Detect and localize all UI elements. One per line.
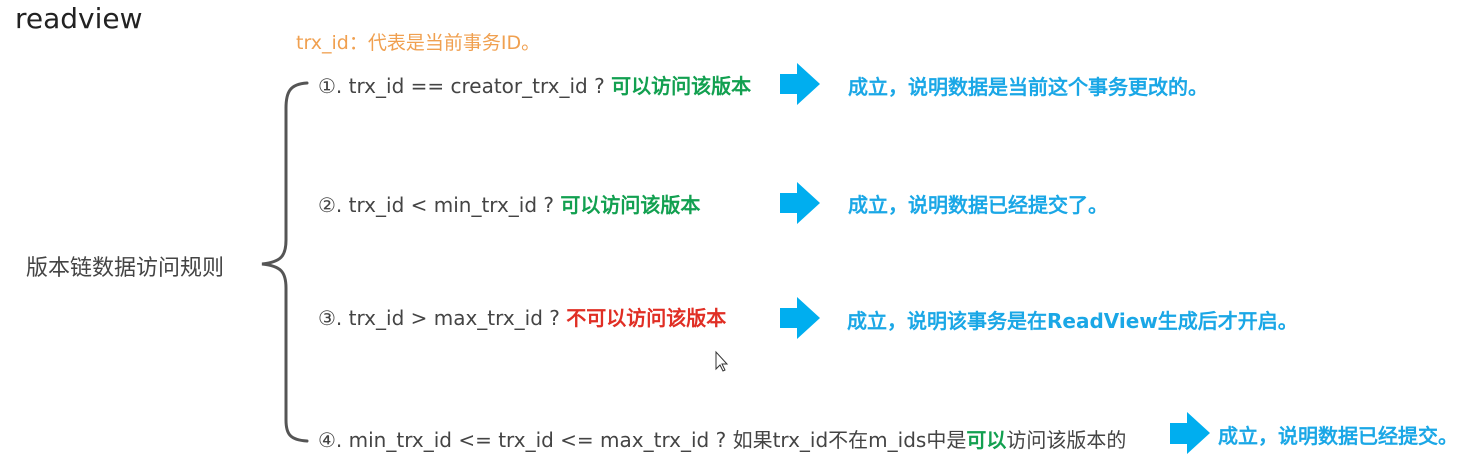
rule-condition: ④. min_trx_id <= trx_id <= max_trx_id ? … bbox=[318, 428, 967, 452]
rule-verdict: 可以 bbox=[966, 428, 1007, 452]
rule-conclusion-2: 成立，说明数据已经提交了。 bbox=[848, 193, 1108, 217]
rule-condition: ③. trx_id > max_trx_id ? bbox=[318, 306, 567, 330]
rule-conclusion-1: 成立，说明数据是当前这个事务更改的。 bbox=[848, 75, 1208, 99]
rule-row-1: ①. trx_id == creator_trx_id ? 可以访问该版本 bbox=[318, 70, 751, 99]
arrow-icon-1 bbox=[780, 63, 820, 105]
cursor-icon bbox=[715, 350, 729, 372]
arrow-icon-4 bbox=[1170, 412, 1210, 454]
rule-verdict-suffix: 访问该版本的 bbox=[1006, 428, 1127, 452]
rule-verdict: 可以访问该版本 bbox=[560, 193, 701, 217]
trx-id-note: trx_id：代表是当前事务ID。 bbox=[296, 32, 541, 54]
root-node-label: 版本链数据访问规则 bbox=[26, 256, 225, 281]
rule-verdict: 可以访问该版本 bbox=[611, 74, 752, 98]
rule-row-2: ②. trx_id < min_trx_id ? 可以访问该版本 bbox=[318, 189, 700, 218]
rule-condition: ①. trx_id == creator_trx_id ? bbox=[318, 74, 612, 98]
rule-verdict: 不可以访问该版本 bbox=[566, 306, 727, 330]
page-title: readview bbox=[15, 2, 143, 35]
arrow-icon-3 bbox=[780, 297, 820, 339]
rule-row-3: ③. trx_id > max_trx_id ? 不可以访问该版本 bbox=[318, 302, 726, 331]
rule-condition: ②. trx_id < min_trx_id ? bbox=[318, 193, 561, 217]
rule-row-4: ④. min_trx_id <= trx_id <= max_trx_id ? … bbox=[318, 424, 1126, 453]
brace-connector bbox=[261, 81, 309, 443]
rule-conclusion-3: 成立，说明该事务是在ReadView生成后才开启。 bbox=[847, 309, 1298, 333]
rule-conclusion-4: 成立，说明数据已经提交。 bbox=[1218, 424, 1458, 448]
arrow-icon-2 bbox=[780, 182, 820, 224]
